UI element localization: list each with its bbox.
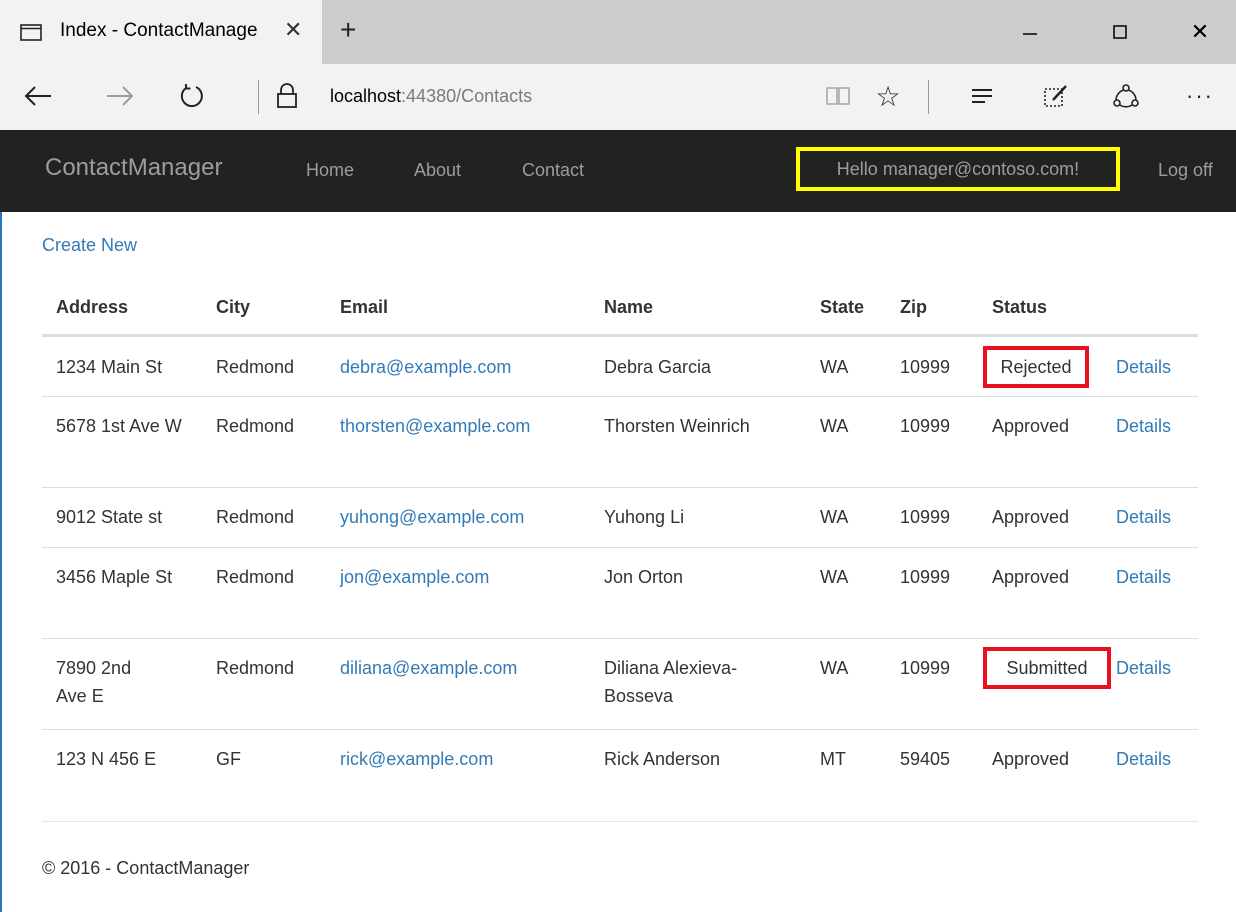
page-heading-clipped — [290, 212, 510, 226]
cell-email-link[interactable]: debra@example.com — [340, 353, 511, 381]
url-field[interactable]: localhost:44380/Contacts — [330, 86, 532, 107]
cell-email-link[interactable]: rick@example.com — [340, 745, 493, 773]
browser-tab-bar: Index - ContactManage ✕ + ✕ — [0, 0, 1236, 64]
forward-arrow-icon[interactable] — [100, 76, 140, 116]
details-link[interactable]: Details — [1116, 745, 1171, 773]
cell-city: GF — [216, 749, 241, 769]
cell-zip: 59405 — [900, 749, 951, 769]
cell-state: MT — [820, 749, 846, 769]
new-tab-icon[interactable]: + — [340, 14, 356, 46]
web-note-icon[interactable] — [1036, 76, 1076, 116]
favorite-star-icon[interactable]: ☆ — [868, 76, 908, 116]
lock-icon[interactable] — [272, 76, 302, 116]
cell-name: Yuhong Li — [604, 507, 685, 527]
details-link[interactable]: Details — [1116, 412, 1171, 440]
cell-state: WA — [820, 567, 849, 587]
cell-status: Approved — [992, 567, 1070, 587]
cell-zip: 10999 — [900, 357, 951, 377]
cell-email-link[interactable]: diliana@example.com — [340, 654, 517, 682]
maximize-icon[interactable] — [1090, 12, 1150, 52]
cell-status: Approved — [992, 416, 1070, 436]
cell-address: 123 N 456 E — [56, 749, 157, 769]
back-arrow-icon[interactable] — [18, 76, 58, 116]
hello-user-link[interactable]: Hello manager@contoso.com! — [796, 147, 1120, 191]
column-header-email: Email — [340, 297, 389, 317]
cell-email-link[interactable]: thorsten@example.com — [340, 412, 530, 440]
details-link[interactable]: Details — [1116, 563, 1171, 591]
cell-zip: 10999 — [900, 567, 951, 587]
cell-email-link[interactable]: yuhong@example.com — [340, 503, 524, 531]
row-divider — [42, 487, 1198, 488]
column-header-address: Address — [56, 297, 129, 317]
row-divider — [42, 547, 1198, 548]
cell-zip: 10999 — [900, 507, 951, 527]
log-off-link[interactable]: Log off — [1158, 160, 1213, 181]
tab-title: Index - ContactManage — [60, 20, 258, 41]
status-highlighted: Rejected — [983, 346, 1089, 388]
cell-name: Jon Orton — [604, 567, 684, 587]
cell-city: Redmond — [216, 357, 295, 377]
details-link[interactable]: Details — [1116, 353, 1171, 381]
nav-link-home[interactable]: Home — [306, 160, 354, 181]
cell-name: Thorsten Weinrich — [604, 416, 750, 436]
page-left-border — [0, 212, 2, 912]
cell-address: 9012 State st — [56, 507, 163, 527]
footer-divider — [42, 821, 1198, 822]
cell-city: Redmond — [216, 507, 295, 527]
hub-icon[interactable] — [962, 76, 1002, 116]
details-link[interactable]: Details — [1116, 654, 1171, 682]
cell-name: Debra Garcia — [604, 357, 712, 377]
create-new-link[interactable]: Create New — [42, 235, 137, 256]
row-divider — [42, 729, 1198, 730]
more-options-icon[interactable]: ··· — [1180, 76, 1220, 116]
cell-email-link[interactable]: jon@example.com — [340, 563, 489, 591]
cell-name: Rick Anderson — [604, 749, 721, 769]
minimize-icon[interactable] — [1000, 12, 1060, 52]
column-header-state: State — [820, 297, 865, 317]
cell-state: WA — [820, 357, 849, 377]
cell-state: WA — [820, 507, 849, 527]
cell-zip: 10999 — [900, 416, 951, 436]
browser-address-bar: localhost:44380/Contacts ☆ ··· — [0, 64, 1236, 130]
cell-state: WA — [820, 416, 849, 436]
footer-copyright: © 2016 - ContactManager — [42, 858, 250, 878]
site-navbar: ContactManager Home About Contact Hello … — [0, 130, 1236, 212]
details-link[interactable]: Details — [1116, 503, 1171, 531]
cell-zip: 10999 — [900, 658, 951, 678]
row-divider — [42, 396, 1198, 397]
share-icon[interactable] — [1106, 76, 1146, 116]
table-header-divider — [42, 334, 1198, 337]
close-tab-icon[interactable]: ✕ — [284, 17, 302, 43]
page-icon — [20, 24, 42, 41]
reading-view-icon[interactable] — [820, 76, 856, 116]
cell-address: 1234 Main St — [56, 357, 163, 377]
cell-address: 5678 1st Ave W — [56, 416, 182, 436]
nav-link-about[interactable]: About — [414, 160, 461, 181]
cell-status: Approved — [992, 507, 1070, 527]
cell-city: Redmond — [216, 567, 295, 587]
cell-address: 7890 2nd Ave E — [56, 658, 132, 706]
cell-address: 3456 Maple St — [56, 567, 173, 587]
status-highlighted: Submitted — [983, 647, 1111, 689]
url-path: :44380/Contacts — [401, 86, 533, 106]
cell-state: WA — [820, 658, 849, 678]
cell-city: Redmond — [216, 416, 295, 436]
browser-tab[interactable]: Index - ContactManage ✕ — [0, 0, 322, 64]
nav-link-contact[interactable]: Contact — [522, 160, 584, 181]
column-header-city: City — [216, 297, 251, 317]
url-host: localhost — [330, 86, 402, 106]
close-window-icon[interactable]: ✕ — [1170, 12, 1230, 52]
toolbar-separator — [928, 80, 929, 114]
row-divider — [42, 638, 1198, 639]
column-header-name: Name — [604, 297, 654, 317]
brand-link[interactable]: ContactManager — [45, 154, 222, 182]
cell-name: Diliana Alexieva-Bosseva — [604, 658, 738, 706]
refresh-icon[interactable] — [172, 76, 212, 116]
cell-status: Approved — [992, 749, 1070, 769]
column-header-zip: Zip — [900, 297, 927, 317]
address-separator — [258, 80, 259, 114]
cell-city: Redmond — [216, 658, 295, 678]
column-header-status: Status — [992, 297, 1048, 317]
